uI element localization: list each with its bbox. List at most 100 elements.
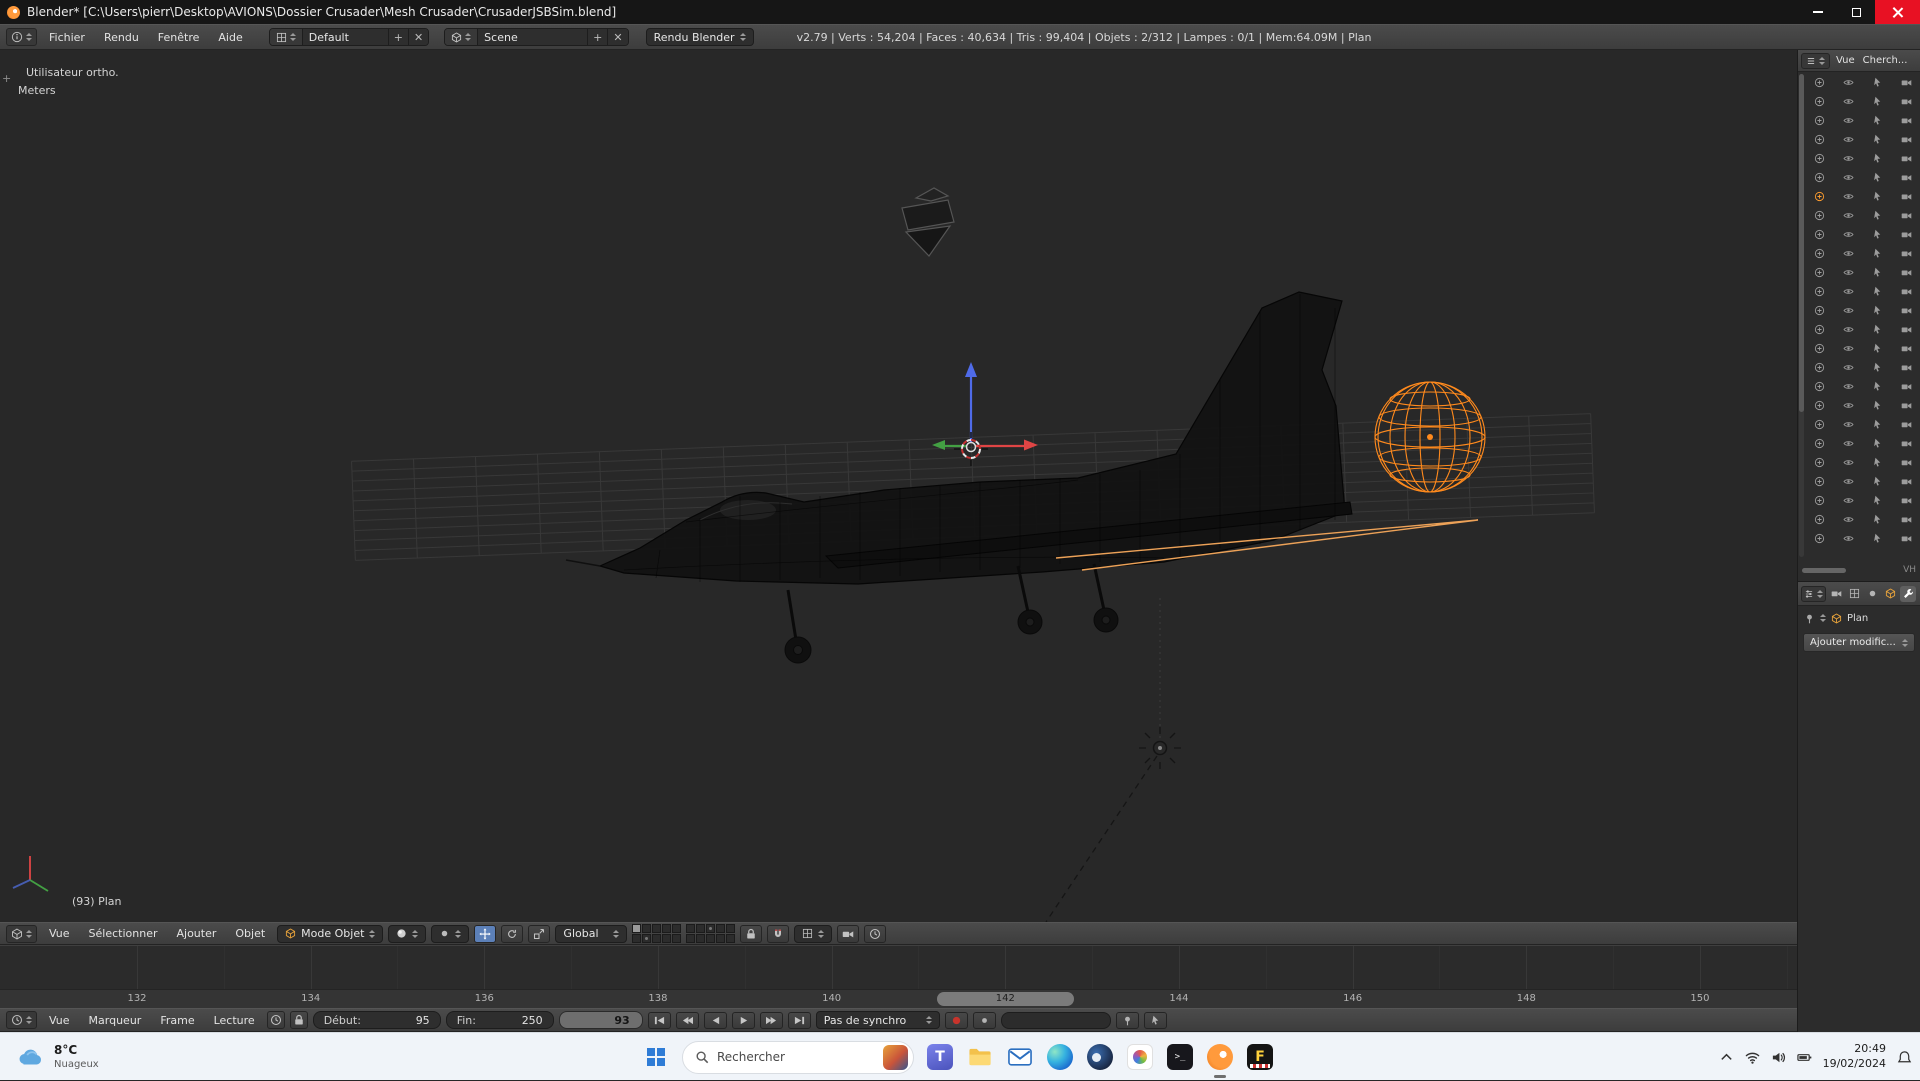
timeline-editor[interactable]: 132 134 136 138 140 142 144 146 148 150 (0, 945, 1797, 1008)
notification-bell-icon[interactable] (1897, 1050, 1912, 1065)
selectability-cursor-icon[interactable] (1872, 362, 1883, 373)
outliner-vertical-scrollbar[interactable] (1799, 74, 1804, 557)
visibility-eye-icon[interactable] (1843, 153, 1854, 164)
selectability-cursor-icon[interactable] (1872, 343, 1883, 354)
object-expand-icon[interactable] (1814, 495, 1825, 506)
app-icon-flightgear[interactable]: F (1240, 1035, 1280, 1079)
menu-fenetre[interactable]: Fenêtre (151, 31, 207, 44)
weather-widget[interactable]: 8°C Nuageux (8, 1037, 107, 1077)
delete-scene-button[interactable]: ✕ (608, 29, 628, 45)
renderability-camera-icon[interactable] (1901, 362, 1912, 373)
next-keyframe-button[interactable] (759, 1011, 783, 1029)
selectability-cursor-icon[interactable] (1872, 324, 1883, 335)
selectability-cursor-icon[interactable] (1872, 400, 1883, 411)
renderability-camera-icon[interactable] (1901, 267, 1912, 278)
sync-mode-dropdown[interactable]: Pas de synchro (815, 1011, 940, 1029)
object-expand-icon[interactable] (1814, 286, 1825, 297)
visibility-eye-icon[interactable] (1843, 324, 1854, 335)
previous-keyframe-button[interactable] (675, 1011, 699, 1029)
object-expand-icon[interactable] (1814, 172, 1825, 183)
tab-scene[interactable] (1846, 586, 1862, 602)
visibility-eye-icon[interactable] (1843, 305, 1854, 316)
outliner-row[interactable] (1808, 263, 1918, 282)
visibility-eye-icon[interactable] (1843, 248, 1854, 259)
editor-type-button-info[interactable] (6, 28, 37, 46)
object-expand-icon[interactable] (1814, 533, 1825, 544)
timeline-frame-ruler[interactable]: 132 134 136 138 140 142 144 146 148 150 (0, 989, 1797, 1008)
object-expand-icon[interactable] (1814, 476, 1825, 487)
outliner-row[interactable] (1808, 149, 1918, 168)
object-expand-icon[interactable] (1814, 305, 1825, 316)
selectability-cursor-icon[interactable] (1872, 514, 1883, 525)
current-frame-field[interactable]: 93 (558, 1011, 643, 1029)
visibility-eye-icon[interactable] (1843, 134, 1854, 145)
snap-element-dropdown[interactable] (794, 924, 833, 943)
selectability-cursor-icon[interactable] (1872, 210, 1883, 221)
selectability-cursor-icon[interactable] (1872, 286, 1883, 297)
app-icon-teams[interactable]: T (920, 1035, 960, 1079)
camera-object[interactable] (901, 187, 955, 257)
scene-canvas[interactable] (0, 50, 1797, 922)
outliner-menu-vue[interactable]: Vue (1833, 55, 1858, 66)
pin-icon[interactable] (1804, 613, 1815, 624)
add-modifier-button[interactable]: Ajouter modific... (1803, 633, 1915, 652)
menu-ajouter[interactable]: Ajouter (170, 927, 224, 940)
visibility-eye-icon[interactable] (1843, 476, 1854, 487)
outliner-row[interactable] (1808, 472, 1918, 491)
visibility-eye-icon[interactable] (1843, 191, 1854, 202)
selectability-cursor-icon[interactable] (1872, 476, 1883, 487)
visibility-eye-icon[interactable] (1843, 96, 1854, 107)
search-highlight-thumbnail[interactable] (883, 1044, 908, 1070)
frame-start-field[interactable]: Début: 95 (312, 1011, 441, 1029)
screen-layout-name[interactable]: Default (302, 29, 389, 45)
object-expand-icon[interactable] (1814, 248, 1825, 259)
renderability-camera-icon[interactable] (1901, 457, 1912, 468)
object-expand-icon[interactable] (1814, 191, 1825, 202)
viewport-shading-dropdown[interactable] (388, 924, 427, 943)
empty-object[interactable] (1139, 727, 1181, 769)
manipulator-translate-toggle[interactable] (474, 924, 497, 943)
selectability-cursor-icon[interactable] (1872, 248, 1883, 259)
jump-to-start-button[interactable] (647, 1011, 671, 1029)
object-expand-icon[interactable] (1814, 134, 1825, 145)
menu-marqueur[interactable]: Marqueur (82, 1014, 149, 1027)
outliner-row[interactable] (1808, 396, 1918, 415)
start-button[interactable] (636, 1035, 676, 1079)
maximize-button[interactable] (1837, 0, 1875, 24)
outliner-horizontal-scrollbar[interactable] (1802, 567, 1846, 573)
volume-icon[interactable] (1771, 1050, 1786, 1065)
outliner-row[interactable] (1808, 358, 1918, 377)
renderability-camera-icon[interactable] (1901, 495, 1912, 506)
delete-keyframe-button[interactable] (1143, 1011, 1167, 1029)
timeline-canvas[interactable] (0, 946, 1797, 990)
outliner-row[interactable] (1808, 130, 1918, 149)
pivot-point-dropdown[interactable] (431, 924, 470, 943)
outliner-row[interactable] (1808, 92, 1918, 111)
layer-toggle[interactable] (716, 924, 726, 933)
outliner-row[interactable] (1808, 491, 1918, 510)
visibility-eye-icon[interactable] (1843, 438, 1854, 449)
renderability-camera-icon[interactable] (1901, 324, 1912, 335)
object-expand-icon[interactable] (1814, 210, 1825, 221)
menu-frame[interactable]: Frame (153, 1014, 201, 1027)
layer-toggle[interactable] (716, 934, 726, 943)
visibility-eye-icon[interactable] (1843, 267, 1854, 278)
menu-aide[interactable]: Aide (211, 31, 249, 44)
renderability-camera-icon[interactable] (1901, 96, 1912, 107)
selectability-cursor-icon[interactable] (1872, 533, 1883, 544)
menu-selectionner[interactable]: Sélectionner (82, 927, 165, 940)
object-expand-icon[interactable] (1814, 267, 1825, 278)
frame-end-field[interactable]: Fin: 250 (445, 1011, 554, 1029)
lock-to-scene-toggle[interactable] (740, 924, 763, 943)
outliner-row[interactable] (1808, 320, 1918, 339)
selectability-cursor-icon[interactable] (1872, 77, 1883, 88)
preview-range-toggle[interactable] (266, 1011, 285, 1029)
app-icon-mail[interactable] (1000, 1035, 1040, 1079)
outliner-row[interactable] (1808, 434, 1918, 453)
object-expand-icon[interactable] (1814, 362, 1825, 373)
selectability-cursor-icon[interactable] (1872, 457, 1883, 468)
search-input[interactable]: Rechercher (682, 1040, 914, 1074)
minimize-button[interactable] (1799, 0, 1837, 24)
menu-fichier[interactable]: Fichier (42, 31, 92, 44)
renderability-camera-icon[interactable] (1901, 305, 1912, 316)
